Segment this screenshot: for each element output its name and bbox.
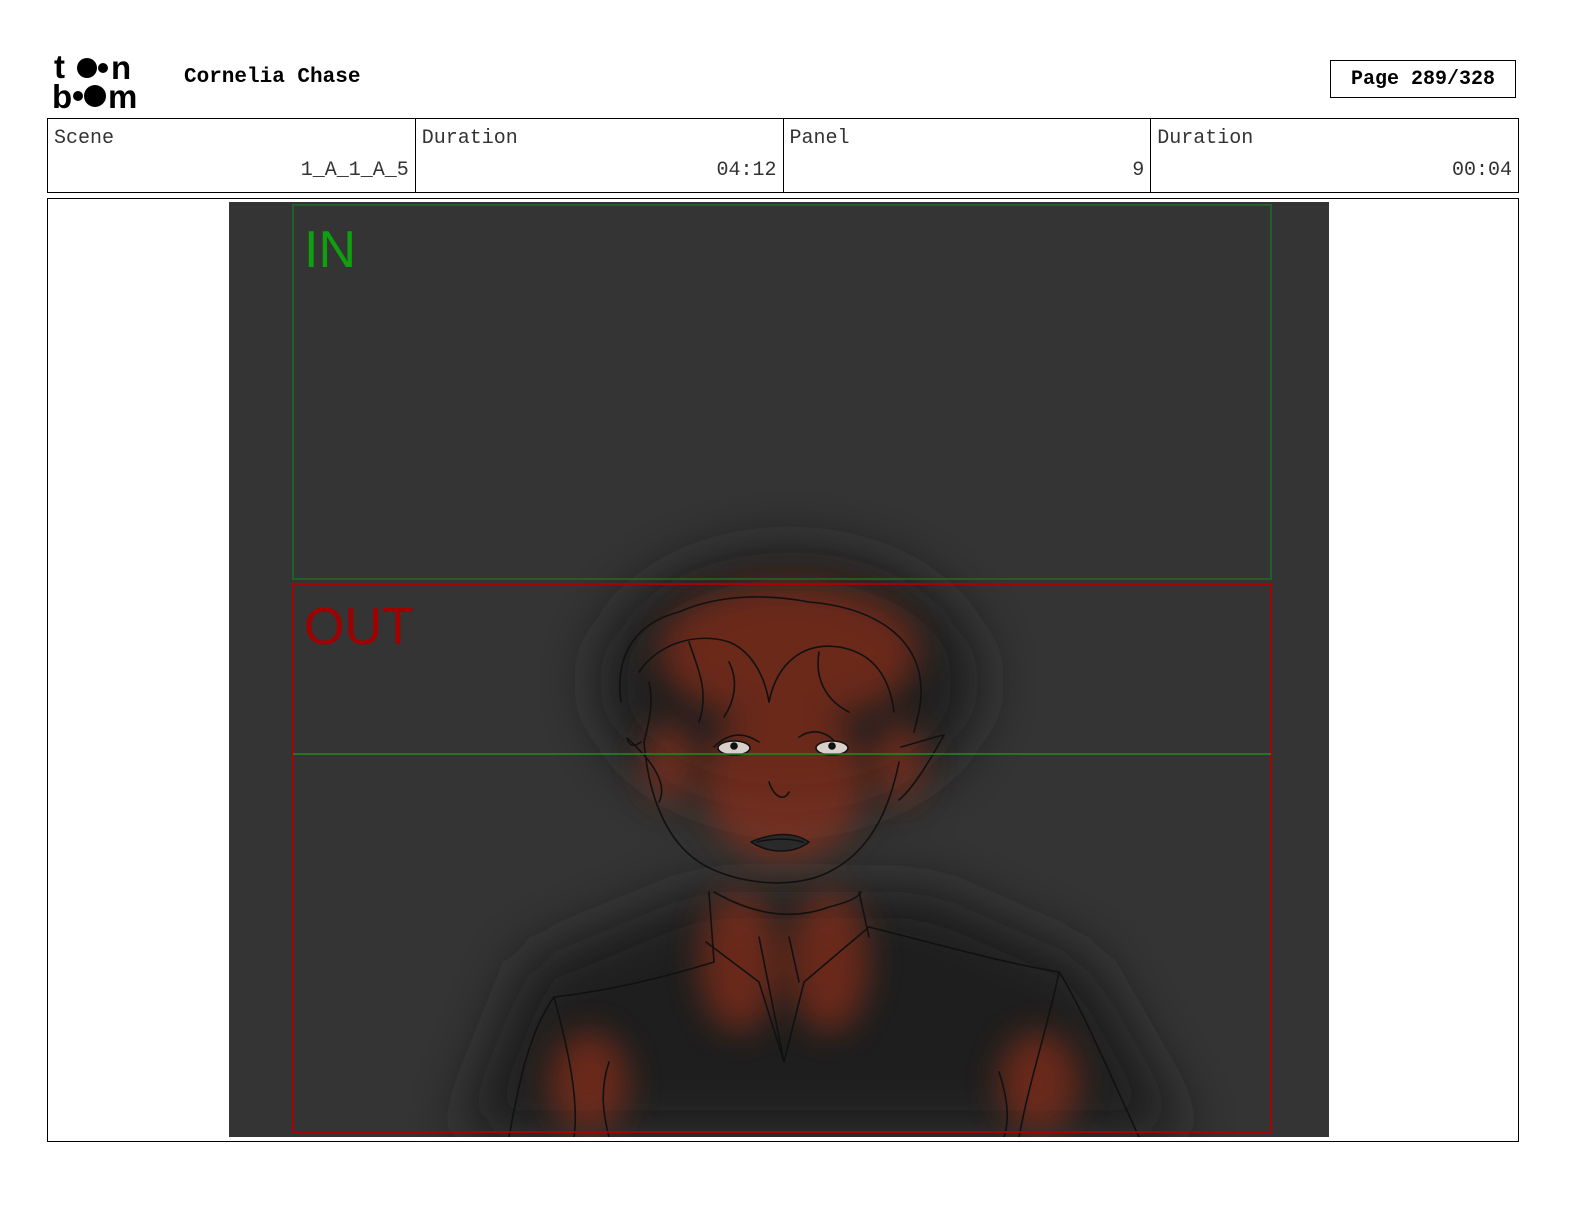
toon-boom-logo: t n b m [52,52,137,110]
svg-text:m: m [108,78,137,110]
scene-label: Scene [54,127,115,150]
panel-duration-value: 00:04 [1451,159,1512,182]
panel-label: Panel [789,127,850,150]
scene-duration-value: 04:12 [716,159,777,182]
panel-duration-cell: Duration 00:04 [1150,119,1518,192]
project-title: Cornelia Chase [184,66,361,89]
panel-duration-label: Duration [1157,127,1254,150]
scene-duration-cell: Duration 04:12 [414,119,783,192]
scene-duration-label: Duration [421,127,518,150]
camera-in-label: IN [304,221,356,279]
svg-text:b: b [52,78,72,110]
storyboard-panel-image: IN OUT [229,202,1329,1137]
scene-cell: Scene 1_A_1_A_5 [48,119,415,192]
panel-value: 9 [1132,159,1145,182]
camera-out-label: OUT [304,598,414,656]
page-number: Page 289/328 [1330,60,1516,98]
scene-info-table: Scene 1_A_1_A_5 Duration 04:12 Panel 9 D… [47,118,1519,193]
scene-value: 1_A_1_A_5 [300,159,409,182]
panel-cell: Panel 9 [782,119,1151,192]
